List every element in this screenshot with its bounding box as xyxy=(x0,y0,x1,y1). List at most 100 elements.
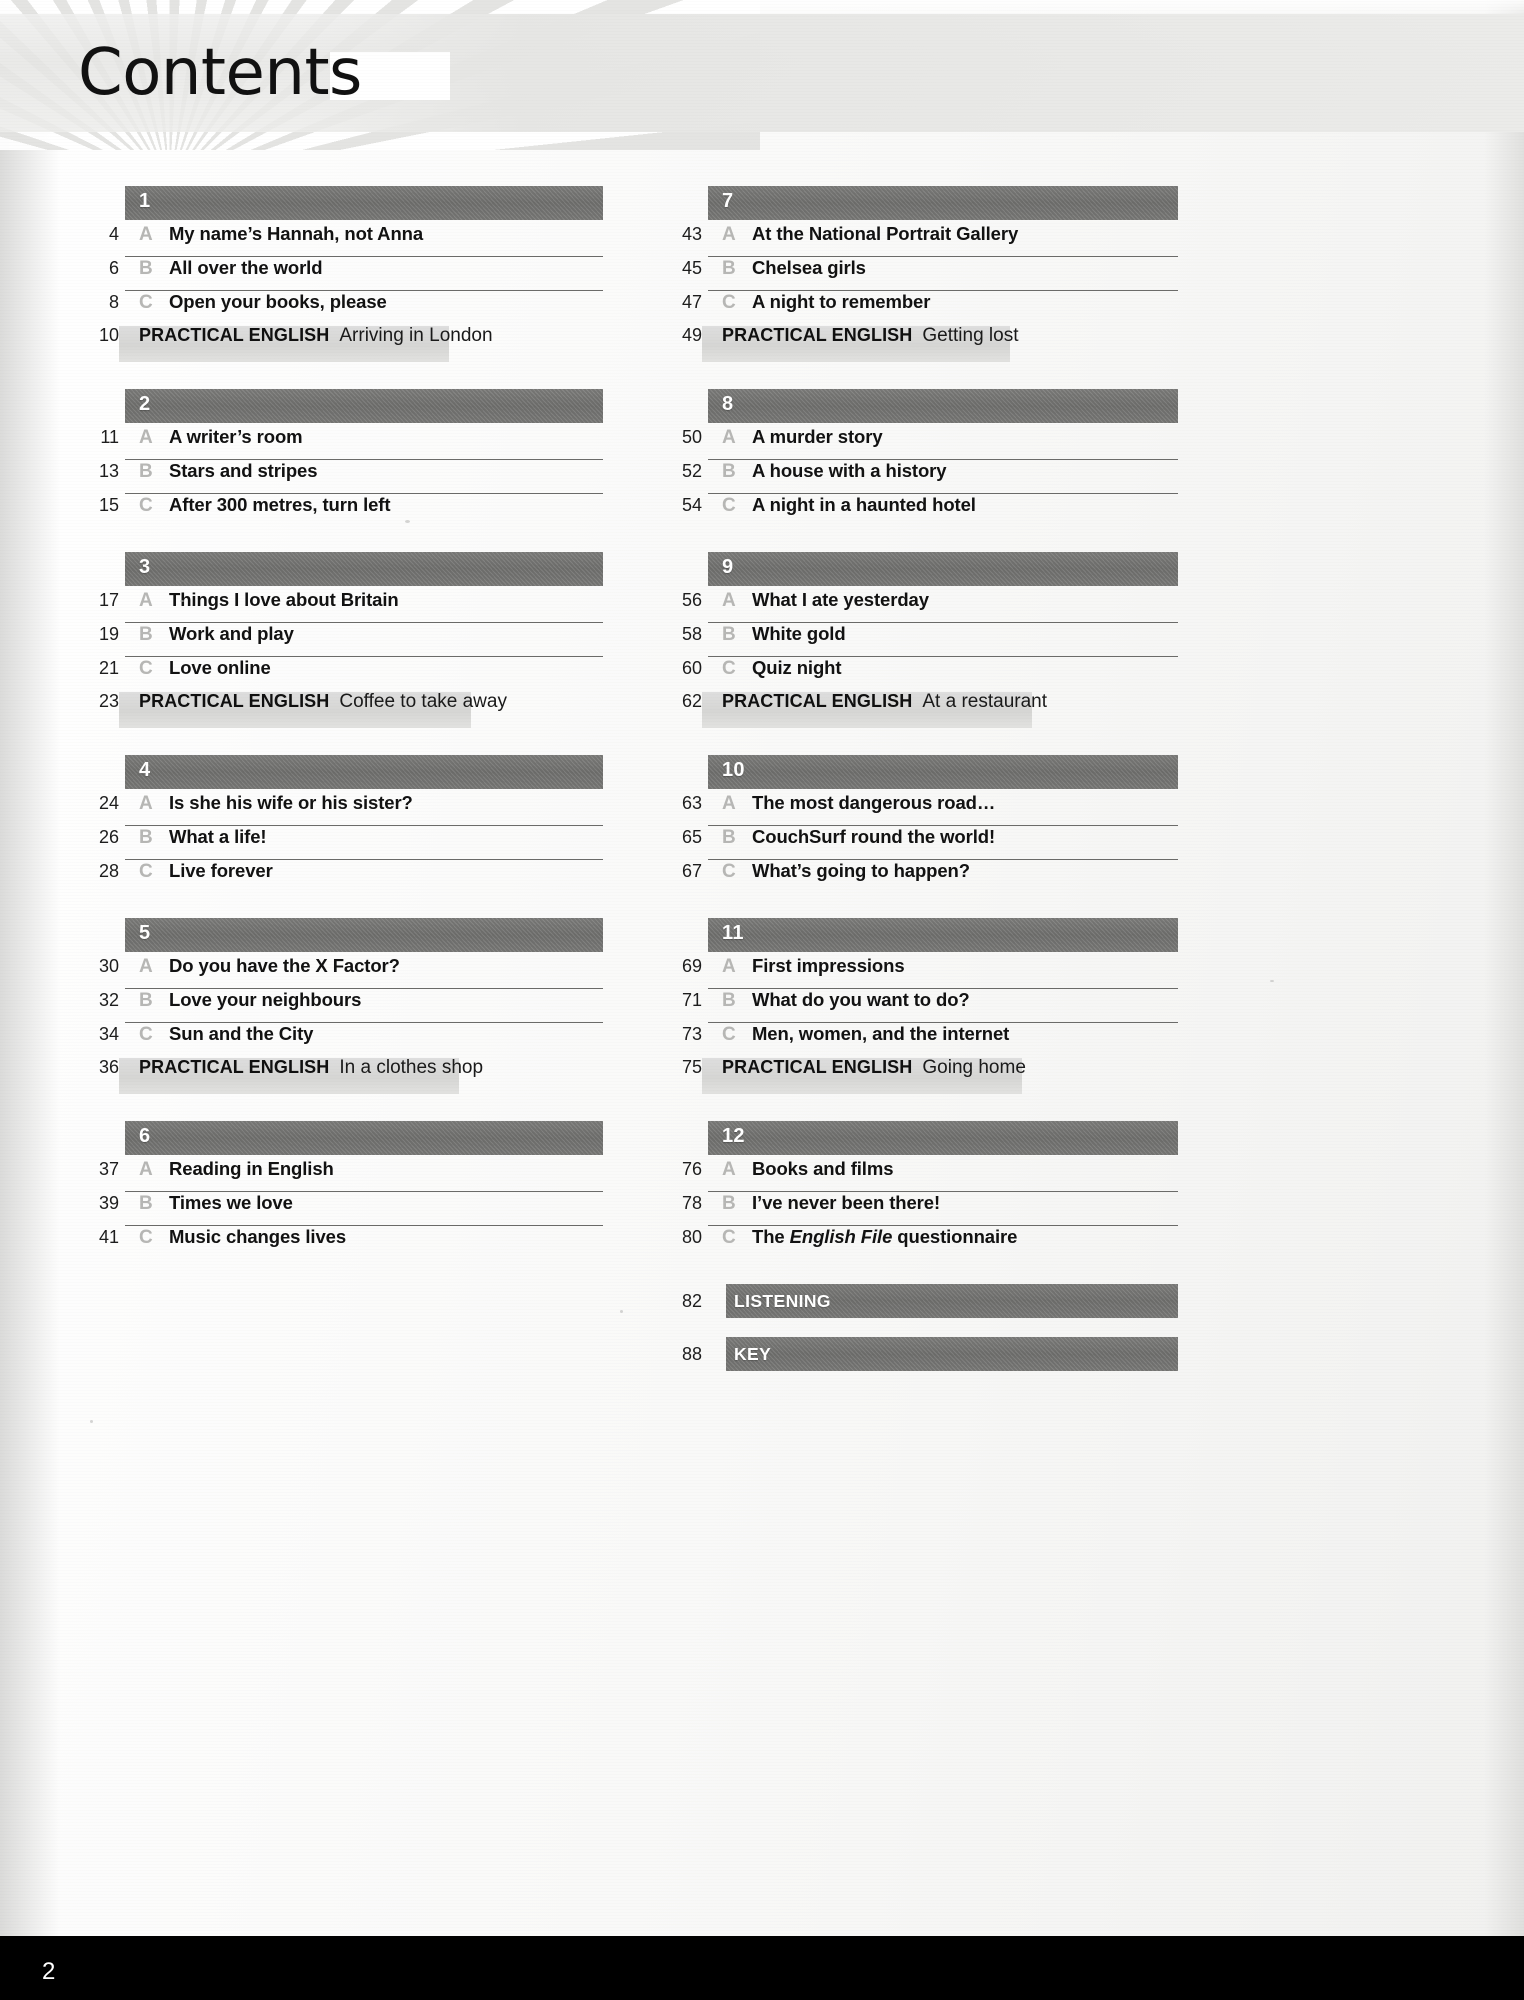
page-number: 58 xyxy=(681,624,702,644)
table-row[interactable]: 50 A A murder story xyxy=(682,426,1178,460)
table-row[interactable]: 15 C After 300 metres, turn left xyxy=(99,494,603,528)
practical-english-content: PRACTICAL ENGLISH Arriving in London xyxy=(139,325,493,347)
lesson-title: A night to remember xyxy=(752,291,931,312)
page-number: 45 xyxy=(681,258,702,278)
practical-english-row[interactable]: 49 PRACTICAL ENGLISH Getting lost xyxy=(682,325,1178,365)
page-number: 60 xyxy=(681,658,702,678)
table-row[interactable]: 71 B What do you want to do? xyxy=(682,989,1178,1023)
page-number: 62 xyxy=(681,691,702,711)
table-row[interactable]: 34 C Sun and the City xyxy=(99,1023,603,1057)
table-row[interactable]: 24 A Is she his wife or his sister? xyxy=(99,792,603,826)
page-number: 54 xyxy=(681,495,702,515)
lesson-title: I’ve never been there! xyxy=(752,1192,941,1213)
unit-number: 1 xyxy=(139,190,151,212)
page-number: 78 xyxy=(681,1193,702,1213)
table-row[interactable]: 63 A The most dangerous road… xyxy=(682,792,1178,826)
page-number: 41 xyxy=(98,1227,119,1247)
lesson-letter: A xyxy=(139,427,153,448)
lesson-letter: B xyxy=(722,990,736,1011)
table-row[interactable]: 26 B What a life! xyxy=(99,826,603,860)
lesson-letter: B xyxy=(722,1193,736,1214)
lesson-title: Live forever xyxy=(169,860,273,881)
table-row[interactable]: 73 C Men, women, and the internet xyxy=(682,1023,1178,1057)
table-row[interactable]: 54 C A night in a haunted hotel xyxy=(682,494,1178,528)
scan-speck xyxy=(405,520,410,523)
table-row[interactable]: 52 B A house with a history xyxy=(682,460,1178,494)
lesson-letter: C xyxy=(139,861,153,882)
table-row[interactable]: 56 A What I ate yesterday xyxy=(682,589,1178,623)
table-row[interactable]: 39 B Times we love xyxy=(99,1192,603,1226)
table-row[interactable]: 8 C Open your books, please xyxy=(109,291,603,325)
table-row[interactable]: 19 B Work and play xyxy=(99,623,603,657)
table-row[interactable]: 45 B Chelsea girls xyxy=(682,257,1178,291)
table-row[interactable]: 37 A Reading in English xyxy=(99,1158,603,1192)
lesson-letter: B xyxy=(139,258,153,279)
unit-number: 7 xyxy=(722,190,734,212)
table-row[interactable]: 76 A Books and films xyxy=(682,1158,1178,1192)
page-number: 32 xyxy=(98,990,119,1010)
table-row[interactable]: 67 C What’s going to happen? xyxy=(682,860,1178,894)
table-row[interactable]: 41 C Music changes lives xyxy=(99,1226,603,1260)
lesson-letter: B xyxy=(722,827,736,848)
unit-banner-8: 8 xyxy=(708,389,1178,423)
page-number: 36 xyxy=(98,1057,119,1077)
table-row[interactable]: 78 B I’ve never been there! xyxy=(682,1192,1178,1226)
page-number: 71 xyxy=(681,990,702,1010)
unit-number: 4 xyxy=(139,759,151,781)
lesson-letter: B xyxy=(722,624,736,645)
back-section-row[interactable]: 88 KEY xyxy=(682,1337,1178,1371)
lesson-title: What a life! xyxy=(169,826,267,847)
table-row[interactable]: 65 B CouchSurf round the world! xyxy=(682,826,1178,860)
lesson-title: At the National Portrait Gallery xyxy=(752,223,1019,244)
lesson-title: All over the world xyxy=(169,257,323,278)
table-row[interactable]: 4 A My name’s Hannah, not Anna xyxy=(109,223,603,257)
page-number: 47 xyxy=(681,292,702,312)
lesson-title: Sun and the City xyxy=(169,1023,314,1044)
table-row[interactable]: 21 C Love online xyxy=(99,657,603,691)
practical-english-content: PRACTICAL ENGLISH In a clothes shop xyxy=(139,1057,483,1079)
table-row[interactable]: 43 A At the National Portrait Gallery xyxy=(682,223,1178,257)
footer-bar xyxy=(0,1936,1524,2000)
table-row[interactable]: 13 B Stars and stripes xyxy=(99,460,603,494)
contents-right-column: 7 43 A At the National Portrait Gallery 45 B C… xyxy=(682,186,1178,1390)
practical-english-row[interactable]: 23 PRACTICAL ENGLISH Coffee to take away xyxy=(99,691,603,731)
lesson-letter: B xyxy=(139,990,153,1011)
lesson-letter: B xyxy=(139,1193,153,1214)
unit-number: 2 xyxy=(139,393,151,415)
practical-english-row[interactable]: 10 PRACTICAL ENGLISH Arriving in London xyxy=(99,325,603,365)
unit-banner-12: 12 xyxy=(708,1121,1178,1155)
page-number: 26 xyxy=(98,827,119,847)
back-section-label: LISTENING xyxy=(734,1290,831,1311)
table-row[interactable]: 28 C Live forever xyxy=(99,860,603,894)
practical-english-row[interactable]: 36 PRACTICAL ENGLISH In a clothes shop xyxy=(99,1057,603,1097)
page-number: 52 xyxy=(681,461,702,481)
table-row[interactable]: 60 C Quiz night xyxy=(682,657,1178,691)
page-number: 88 xyxy=(681,1343,702,1364)
table-row[interactable]: 32 B Love your neighbours xyxy=(99,989,603,1023)
lesson-title: Stars and stripes xyxy=(169,460,318,481)
table-row[interactable]: 58 B White gold xyxy=(682,623,1178,657)
unit-banner-5: 5 xyxy=(125,918,603,952)
table-row[interactable]: 80 C The English File questionnaire xyxy=(682,1226,1178,1260)
table-row[interactable]: 47 C A night to remember xyxy=(682,291,1178,325)
table-row[interactable]: 30 A Do you have the X Factor? xyxy=(99,955,603,989)
scan-speck xyxy=(620,1310,623,1313)
footer-page-number: 2 xyxy=(42,1958,56,1985)
unit-banner-1: 1 xyxy=(125,186,603,220)
unit-banner-4: 4 xyxy=(125,755,603,789)
table-row[interactable]: 11 A A writer’s room xyxy=(100,426,603,460)
unit-number: 5 xyxy=(139,922,151,944)
table-row[interactable]: 17 A Things I love about Britain xyxy=(99,589,603,623)
lesson-letter: C xyxy=(722,1227,736,1248)
practical-english-row[interactable]: 75 PRACTICAL ENGLISH Going home xyxy=(682,1057,1178,1097)
table-row[interactable]: 69 A First impressions xyxy=(682,955,1178,989)
lesson-title: After 300 metres, turn left xyxy=(169,494,391,515)
page-number: 67 xyxy=(681,861,702,881)
unit-banner-11: 11 xyxy=(708,918,1178,952)
practical-english-row[interactable]: 62 PRACTICAL ENGLISH At a restaurant xyxy=(682,691,1178,731)
back-section-row[interactable]: 82 LISTENING xyxy=(682,1284,1178,1318)
table-row[interactable]: 6 B All over the world xyxy=(109,257,603,291)
